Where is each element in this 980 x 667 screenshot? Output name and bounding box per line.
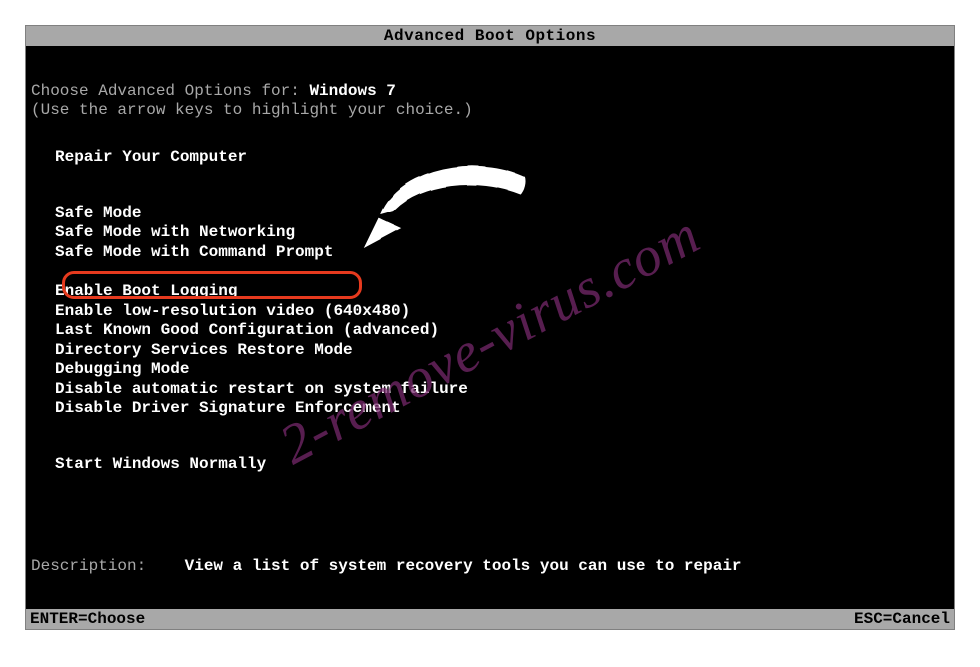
title-bar: Advanced Boot Options <box>26 26 954 46</box>
description-label: Description: <box>31 557 146 575</box>
content-area: Choose Advanced Options for: Windows 7 (… <box>31 76 949 474</box>
boot-screen: Advanced Boot Options Choose Advanced Op… <box>25 25 955 630</box>
hint-line: (Use the arrow keys to highlight your ch… <box>31 101 949 120</box>
option-debugging-mode[interactable]: Debugging Mode <box>55 360 949 380</box>
prompt-line: Choose Advanced Options for: Windows 7 <box>31 82 949 101</box>
footer-esc: ESC=Cancel <box>854 609 950 629</box>
footer-bar: ENTER=Choose ESC=Cancel <box>26 609 954 629</box>
option-directory-services-restore[interactable]: Directory Services Restore Mode <box>55 341 949 361</box>
option-disable-driver-sig[interactable]: Disable Driver Signature Enforcement <box>55 399 949 419</box>
option-low-res-video[interactable]: Enable low-resolution video (640x480) <box>55 302 949 322</box>
prompt-prefix: Choose Advanced Options for: <box>31 82 309 100</box>
os-name: Windows 7 <box>309 82 395 100</box>
option-safe-mode[interactable]: Safe Mode <box>55 204 949 224</box>
description-line1: View a list of system recovery tools you… <box>185 557 742 575</box>
footer-enter: ENTER=Choose <box>30 609 145 629</box>
option-disable-auto-restart[interactable]: Disable automatic restart on system fail… <box>55 380 949 400</box>
option-enable-boot-logging[interactable]: Enable Boot Logging <box>55 282 949 302</box>
description-block: Description: View a list of system recov… <box>31 521 742 667</box>
title-text: Advanced Boot Options <box>384 27 596 45</box>
option-start-windows-normally[interactable]: Start Windows Normally <box>55 455 949 475</box>
option-safe-mode-command-prompt[interactable]: Safe Mode with Command Prompt <box>55 243 949 263</box>
option-safe-mode-networking[interactable]: Safe Mode with Networking <box>55 223 949 243</box>
options-list: Repair Your Computer Safe Mode Safe Mode… <box>55 148 949 474</box>
option-last-known-good-config[interactable]: Last Known Good Configuration (advanced) <box>55 321 949 341</box>
option-repair-your-computer[interactable]: Repair Your Computer <box>55 148 949 168</box>
